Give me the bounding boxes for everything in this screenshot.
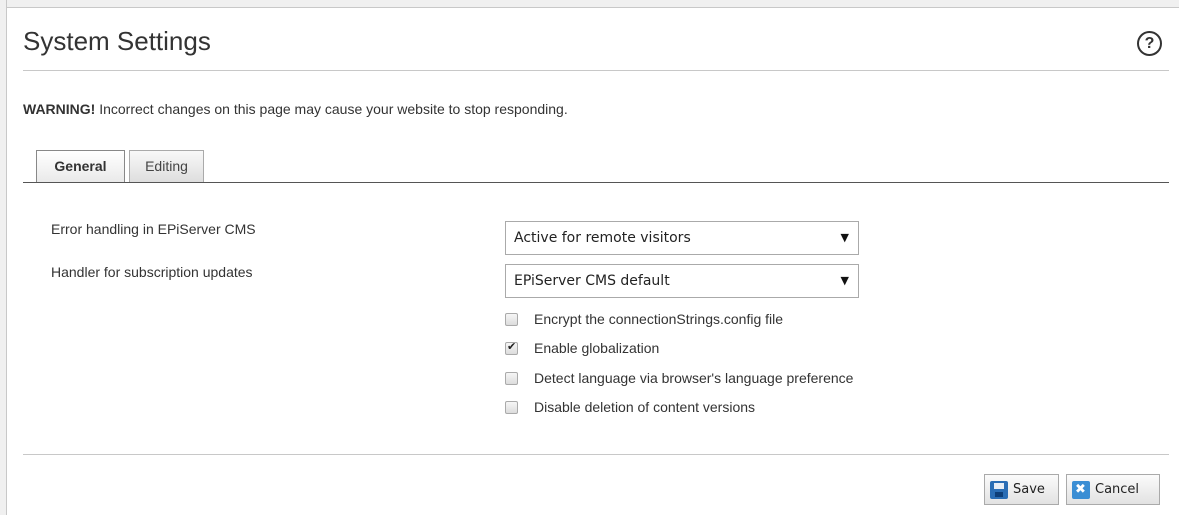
tab-strip-underline [23, 182, 1169, 183]
window-top-edge [0, 0, 1179, 8]
save-button-label: Save [1013, 482, 1045, 497]
warning-label: WARNING! [23, 101, 96, 117]
subscription-handler-select[interactable]: EPiServer CMS default ▼ [505, 264, 859, 298]
option-encrypt-connection-strings[interactable]: Encrypt the connectionStrings.config fil… [505, 309, 783, 329]
footer-divider [23, 454, 1169, 455]
warning-text: Incorrect changes on this page may cause… [95, 101, 568, 117]
error-handling-value: Active for remote visitors [514, 230, 691, 246]
cancel-icon [1072, 480, 1090, 499]
window-left-edge [0, 0, 7, 515]
encrypt-label: Encrypt the connectionStrings.config fil… [534, 311, 784, 327]
detect-language-checkbox[interactable] [505, 371, 518, 385]
globalization-label: Enable globalization [534, 340, 660, 356]
disable-deletion-label: Disable deletion of content versions [534, 399, 756, 415]
chevron-down-icon: ▼ [840, 231, 849, 244]
encrypt-checkbox[interactable] [505, 312, 518, 326]
chevron-down-icon: ▼ [840, 274, 849, 287]
floppy-disk-icon [990, 480, 1008, 499]
warning-message: WARNING! Incorrect changes on this page … [23, 101, 568, 117]
option-enable-globalization[interactable]: Enable globalization [505, 338, 659, 358]
subscription-handler-label: Handler for subscription updates [51, 264, 253, 280]
help-icon[interactable]: ? [1137, 31, 1162, 56]
cancel-button-label: Cancel [1095, 482, 1140, 497]
page-title: System Settings [23, 26, 211, 56]
subscription-handler-value: EPiServer CMS default [514, 273, 670, 289]
disable-deletion-checkbox[interactable] [505, 400, 518, 414]
globalization-checkbox[interactable] [505, 340, 518, 355]
error-handling-select[interactable]: Active for remote visitors ▼ [505, 221, 859, 255]
option-detect-language[interactable]: Detect language via browser's language p… [505, 368, 853, 388]
save-button[interactable]: Save [984, 474, 1059, 505]
option-disable-version-deletion[interactable]: Disable deletion of content versions [505, 397, 755, 417]
cancel-button[interactable]: Cancel [1066, 474, 1160, 505]
tab-editing[interactable]: Editing [129, 150, 204, 182]
detect-language-label: Detect language via browser's language p… [534, 370, 854, 386]
title-divider [23, 70, 1169, 71]
error-handling-label: Error handling in EPiServer CMS [51, 221, 256, 237]
tab-general[interactable]: General [36, 150, 125, 183]
